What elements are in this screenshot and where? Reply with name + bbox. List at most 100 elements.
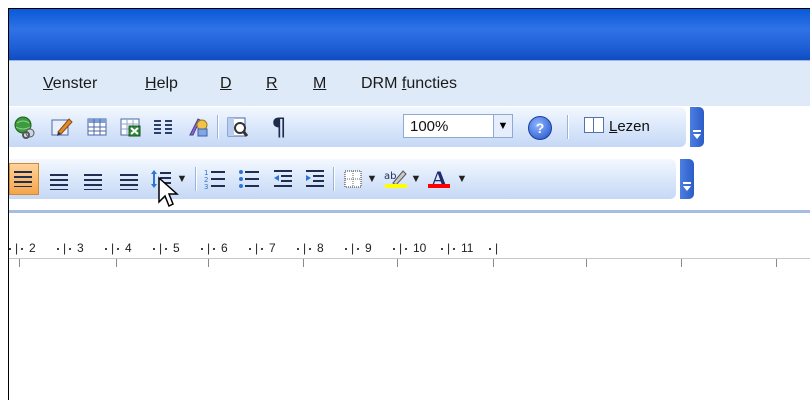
- bullets-icon[interactable]: [237, 167, 261, 191]
- borders-dropdown-icon[interactable]: ▼: [365, 169, 379, 189]
- align-right-icon[interactable]: [81, 167, 105, 191]
- ruler-mark: |: [159, 241, 163, 255]
- show-formatting-pilcrow-icon[interactable]: ¶: [267, 115, 291, 139]
- ruler-mark: |: [399, 241, 403, 255]
- ruler-dot: [213, 248, 215, 250]
- ruler-number: 10: [413, 241, 427, 255]
- ruler-tick: [397, 259, 398, 267]
- ruler-dot: [405, 248, 407, 250]
- ruler-dot: [441, 248, 443, 250]
- ruler-number: 11: [461, 241, 474, 255]
- highlight-dropdown-icon[interactable]: ▼: [409, 169, 423, 189]
- ruler-mark: |: [303, 241, 307, 255]
- ruler-dot: [393, 248, 395, 250]
- font-color-icon[interactable]: A: [427, 167, 451, 191]
- ruler-mark: |: [63, 241, 67, 255]
- align-center-icon[interactable]: [47, 167, 71, 191]
- menu-help[interactable]: Help: [145, 75, 178, 93]
- hyperlink-globe-icon[interactable]: [13, 115, 37, 139]
- toolbar-options-grip[interactable]: [690, 107, 704, 147]
- svg-text:3: 3: [204, 183, 208, 191]
- ruler-dot: [21, 248, 23, 250]
- ruler-dot: [57, 248, 59, 250]
- help-icon[interactable]: ?: [528, 116, 552, 140]
- highlight-icon[interactable]: ab: [383, 167, 407, 191]
- ruler-number: 7: [269, 241, 276, 255]
- insert-table-icon[interactable]: [85, 115, 109, 139]
- document-area[interactable]: [9, 269, 810, 400]
- zoom-select[interactable]: 100%: [403, 114, 499, 138]
- ruler-number: 5: [173, 241, 180, 255]
- insert-excel-sheet-icon[interactable]: [118, 115, 142, 139]
- ruler-mark: |: [495, 241, 499, 255]
- borders-icon[interactable]: [341, 167, 365, 191]
- book-icon: [584, 117, 604, 133]
- ruler-dot: [345, 248, 347, 250]
- menu-venster[interactable]: Venster: [43, 75, 97, 93]
- ruler-dot: [69, 248, 71, 250]
- ruler-dot: [489, 248, 491, 250]
- menu-bar: Venster Help D R M DRM functies: [9, 60, 810, 106]
- drawing-shapes-icon[interactable]: [186, 115, 210, 139]
- ruler-dot: [117, 248, 119, 250]
- increase-indent-icon[interactable]: [303, 167, 327, 191]
- ruler-number: 6: [221, 241, 228, 255]
- ruler-mark: |: [15, 241, 19, 255]
- ruler-mark: |: [207, 241, 211, 255]
- align-left-icon: [14, 171, 32, 187]
- menu-r[interactable]: R: [266, 75, 278, 93]
- toolbar-separator: [333, 167, 335, 191]
- zoom-dropdown-arrow-icon[interactable]: ▼: [493, 114, 513, 138]
- ruler-dot: [309, 248, 311, 250]
- read-mode-button[interactable]: Lezen: [584, 117, 650, 135]
- horizontal-ruler[interactable]: | 2 | 3 | 4 | 5 | 6 | 7 | 8 | 9 | 10 | 1…: [9, 210, 810, 271]
- ruler-tick: [208, 259, 209, 267]
- decrease-indent-icon[interactable]: [271, 167, 295, 191]
- align-left-button[interactable]: [9, 163, 39, 195]
- toolbar-separator: [567, 115, 569, 139]
- ruler-mark: |: [255, 241, 259, 255]
- numbering-icon[interactable]: 123: [203, 167, 227, 191]
- ruler-dot: [153, 248, 155, 250]
- justify-icon[interactable]: [117, 167, 141, 191]
- toolbar-options-grip[interactable]: [680, 159, 694, 199]
- ruler-dot: [297, 248, 299, 250]
- title-bar: [9, 9, 810, 60]
- toolbar-separator: [195, 167, 197, 191]
- ruler-tick: [493, 259, 494, 267]
- ruler-tick: [586, 259, 587, 267]
- ruler-dot: [9, 248, 11, 250]
- ruler-number: 8: [317, 241, 324, 255]
- font-color-bar: [428, 184, 450, 188]
- ruler-mark: |: [447, 241, 451, 255]
- ruler-dot: [261, 248, 263, 250]
- ruler-mark: |: [351, 241, 355, 255]
- ruler-number: 2: [29, 241, 36, 255]
- drawing-pencil-icon[interactable]: [49, 115, 73, 139]
- formatting-toolbar: ▼ 123 ▼ ab ▼ A ▼: [9, 159, 676, 199]
- ruler-number: 4: [125, 241, 132, 255]
- menu-drm-functies[interactable]: DRM functies: [361, 75, 457, 93]
- ruler-tick: [681, 259, 682, 267]
- ruler-dot: [165, 248, 167, 250]
- menu-d[interactable]: D: [220, 75, 232, 93]
- mouse-cursor-icon: [158, 176, 179, 208]
- ruler-dot: [105, 248, 107, 250]
- ruler-number: 9: [365, 241, 372, 255]
- columns-icon[interactable]: [151, 115, 175, 139]
- document-map-icon[interactable]: [225, 115, 249, 139]
- ruler-tick: [116, 259, 117, 267]
- ruler-number: 3: [77, 241, 84, 255]
- font-color-dropdown-icon[interactable]: ▼: [455, 169, 469, 189]
- ruler-tick: [776, 259, 777, 267]
- ruler-tick: [19, 259, 20, 267]
- ruler-dot: [249, 248, 251, 250]
- highlight-color-bar: [385, 184, 407, 188]
- menu-m[interactable]: M: [313, 75, 326, 93]
- toolbar-separator: [217, 115, 219, 139]
- ruler-dot: [201, 248, 203, 250]
- word-window: Venster Help D R M DRM functies ¶ 100% ▼…: [8, 8, 810, 400]
- standard-toolbar: ¶ 100% ▼ ? Lezen: [9, 107, 686, 147]
- ruler-mark: |: [111, 241, 115, 255]
- ruler-tick: [303, 259, 304, 267]
